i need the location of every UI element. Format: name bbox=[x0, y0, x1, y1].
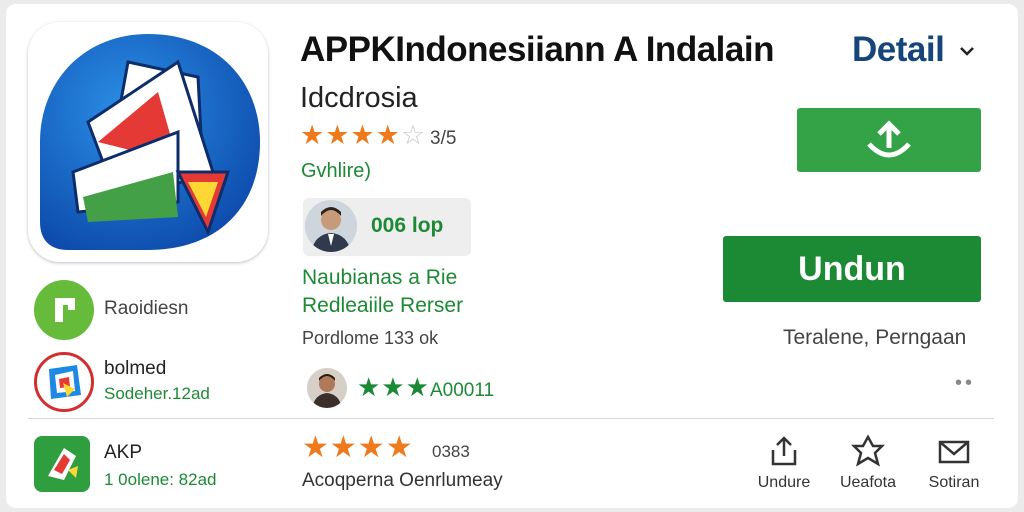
reviewer-stars: ★★★ bbox=[357, 372, 430, 402]
mail-label: Sotiran bbox=[928, 474, 980, 491]
bottom-rating-text: 0383 bbox=[432, 442, 470, 461]
size-line: Pordlome 133 ok bbox=[302, 328, 439, 348]
download-button[interactable] bbox=[797, 108, 981, 172]
related-app-3-icon[interactable] bbox=[34, 436, 90, 492]
rating-stars: ★★★★☆ bbox=[300, 120, 427, 150]
bottom-caption: Acoqperna Oenrlumeay bbox=[302, 470, 503, 491]
related-app-3-title[interactable]: AKP bbox=[104, 442, 142, 464]
description-line2: Redleaiile Rerser bbox=[302, 294, 464, 317]
bookmark-action[interactable]: Ueafota bbox=[828, 434, 908, 492]
mail-action[interactable]: Sotiran bbox=[914, 434, 994, 492]
downloads-text: 006 lop bbox=[371, 214, 444, 237]
bookmark-label: Ueafota bbox=[839, 474, 897, 491]
share-icon bbox=[771, 436, 797, 466]
bookmark-icon bbox=[851, 434, 885, 467]
reviewer-avatar[interactable] bbox=[307, 368, 347, 408]
rating-value: 3/5 bbox=[430, 128, 457, 149]
app-category[interactable]: Gvhlire) bbox=[301, 160, 371, 183]
related-app-1-icon[interactable] bbox=[34, 280, 94, 340]
section-divider bbox=[28, 418, 994, 419]
developer-avatar bbox=[305, 200, 357, 252]
download-icon bbox=[867, 120, 911, 158]
install-note: Teralene, Perngaan bbox=[783, 326, 967, 349]
detail-link[interactable]: Detail bbox=[852, 30, 945, 70]
app-title: APPKIndonesiiann A Indalain bbox=[300, 30, 774, 69]
app-icon[interactable] bbox=[28, 22, 268, 262]
description-line1: Naubianas a Rie bbox=[302, 266, 458, 289]
share-action[interactable]: Undure bbox=[744, 434, 824, 492]
developer-name[interactable]: Idcdrosia bbox=[300, 82, 418, 115]
more-options-icon[interactable]: •• bbox=[955, 372, 975, 395]
reviewer-rating-text: A00011 bbox=[430, 380, 495, 401]
related-app-1-title[interactable]: Raoidiesn bbox=[104, 298, 189, 320]
related-app-2-icon[interactable] bbox=[34, 352, 94, 412]
install-button[interactable]: Undun bbox=[723, 236, 981, 302]
share-label: Undure bbox=[757, 474, 811, 491]
app-logo-icon bbox=[40, 34, 260, 250]
bottom-rating-stars: ★★★★ bbox=[302, 431, 414, 464]
chevron-down-icon[interactable] bbox=[956, 40, 978, 62]
related-app-2-subtitle: Sodeher.12ad bbox=[104, 384, 210, 403]
downloads-chip[interactable]: 006 lop bbox=[303, 198, 471, 256]
mail-icon bbox=[938, 440, 970, 464]
related-app-2-title[interactable]: bolmed bbox=[104, 358, 166, 380]
related-app-3-subtitle: 1 0olene: 82ad bbox=[104, 470, 217, 489]
